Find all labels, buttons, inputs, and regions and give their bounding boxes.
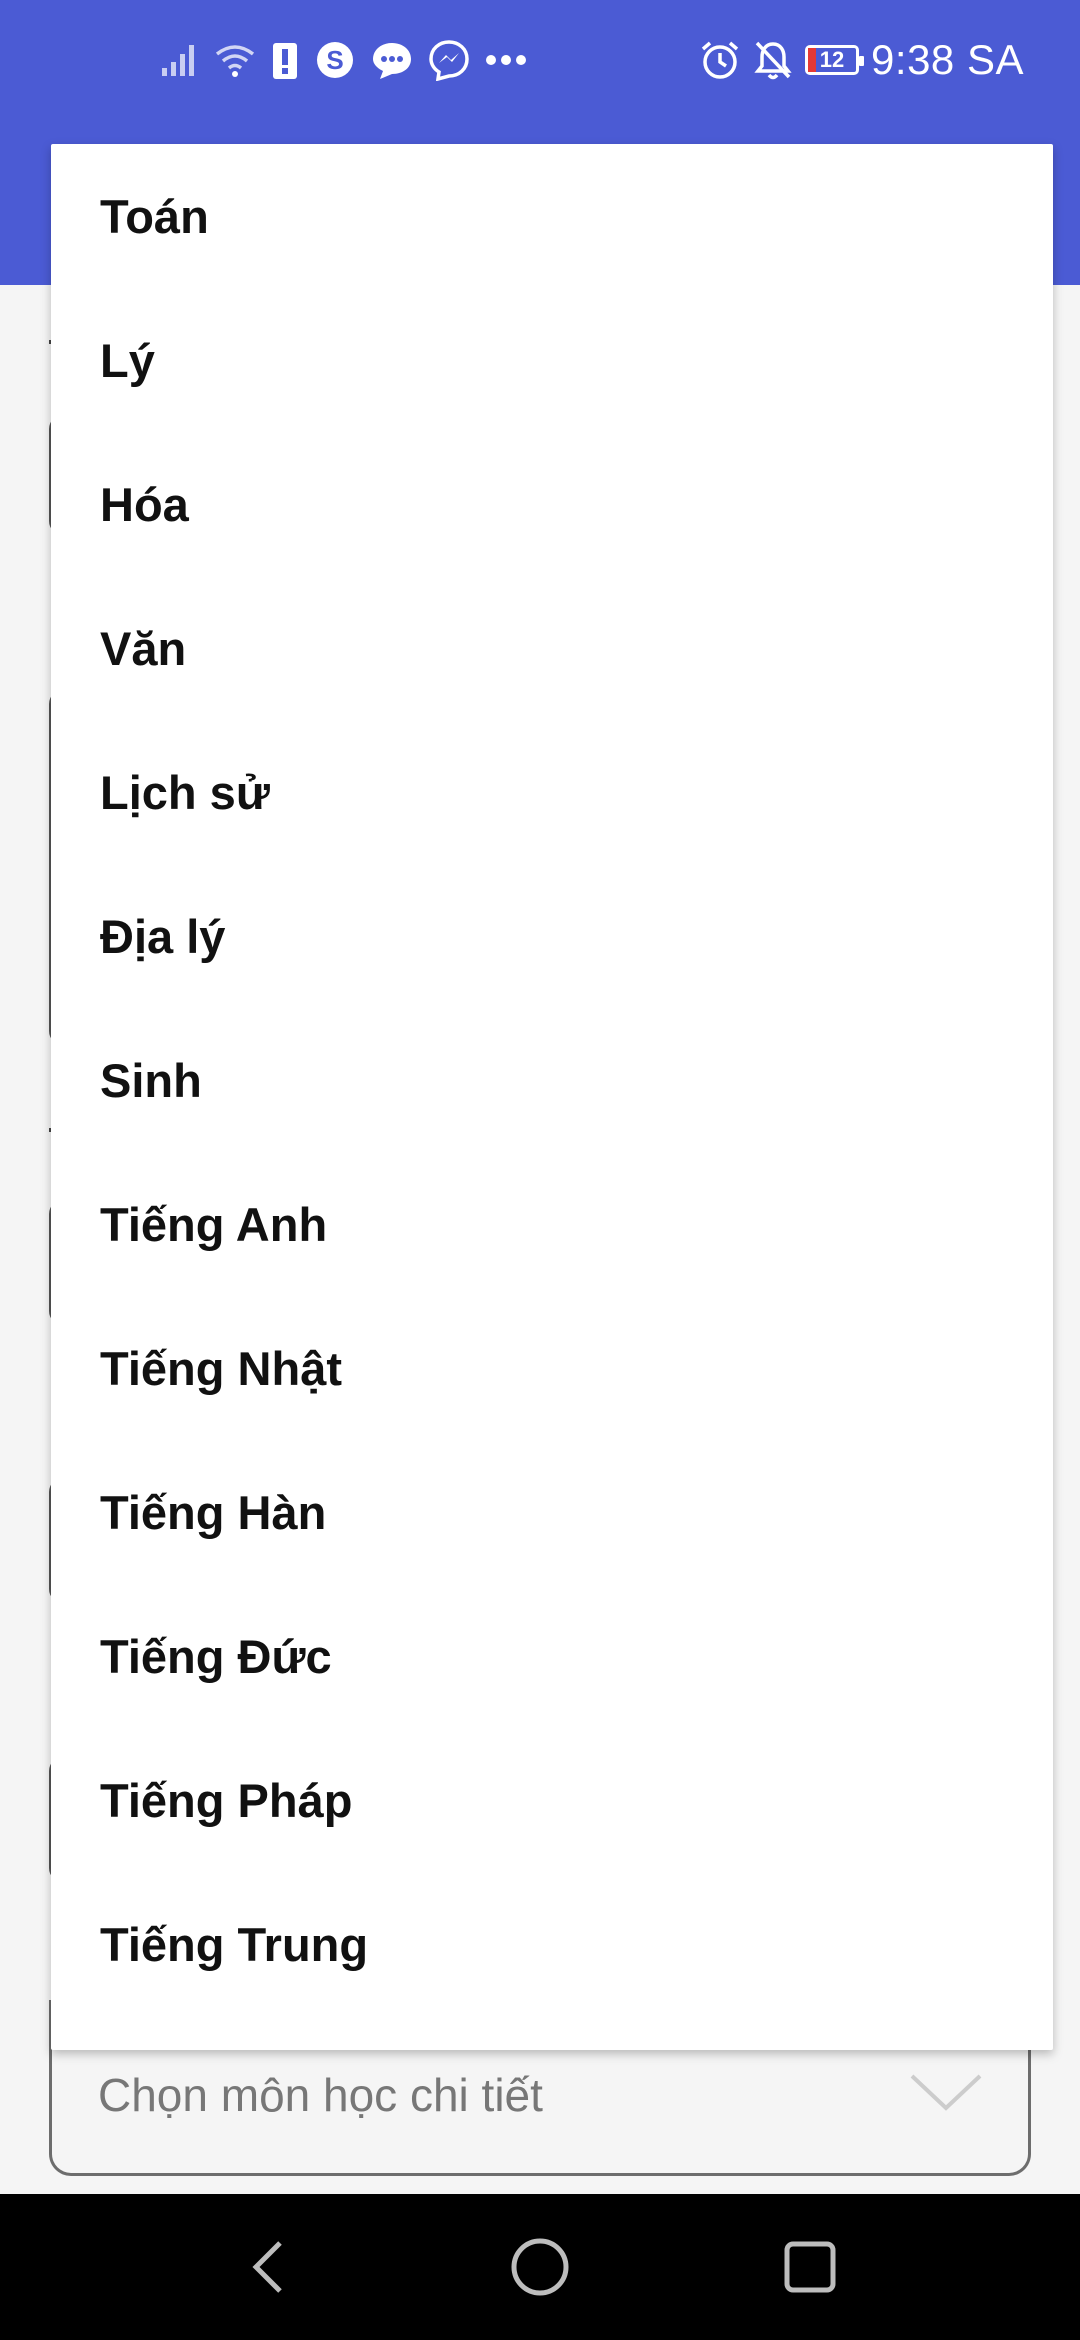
battery-icon: 12: [805, 45, 865, 75]
dropdown-item-lich-su[interactable]: Lịch sử: [51, 720, 1053, 864]
signal-icon: [160, 42, 200, 78]
dropdown-item-dia-ly[interactable]: Địa lý: [51, 864, 1053, 1008]
dropdown-item-tieng-trung[interactable]: Tiếng Trung: [51, 1872, 1053, 2016]
recents-icon[interactable]: [770, 2234, 850, 2300]
status-left-icons: S: [160, 34, 528, 86]
dropdown-item-van[interactable]: Văn: [51, 576, 1053, 720]
detail-subject-placeholder: Chọn môn học chi tiết: [98, 2069, 543, 2121]
messenger-icon: [428, 39, 470, 81]
back-icon[interactable]: [228, 2234, 308, 2300]
wifi-icon: [214, 42, 256, 78]
alarm-icon: [699, 39, 741, 81]
dropdown-item-tieng-anh[interactable]: Tiếng Anh: [51, 1152, 1053, 1296]
dropdown-item-toan[interactable]: Toán: [51, 144, 1053, 288]
dropdown-item-tieng-nhat[interactable]: Tiếng Nhật: [51, 1296, 1053, 1440]
more-dots-icon: [484, 50, 528, 70]
home-icon[interactable]: [500, 2234, 580, 2300]
chat-bubble-icon: [370, 39, 414, 81]
mute-bell-icon: [753, 39, 793, 81]
dropdown-item-tieng-han[interactable]: Tiếng Hàn: [51, 1440, 1053, 1584]
dropdown-item-hoa[interactable]: Hóa: [51, 432, 1053, 576]
svg-text:S: S: [326, 45, 343, 75]
dropdown-item-ly[interactable]: Lý: [51, 288, 1053, 432]
dropdown-item-tieng-duc[interactable]: Tiếng Đức: [51, 1584, 1053, 1728]
status-time: 9:38 SA: [871, 36, 1024, 83]
status-right-icons: 12 9:38 SA: [699, 34, 1024, 86]
navigation-bar: [0, 2194, 1080, 2340]
dropdown-item-tieng-phap[interactable]: Tiếng Pháp: [51, 1728, 1053, 1872]
skype-icon: S: [314, 39, 356, 81]
alert-icon: [270, 39, 300, 81]
chevron-down-icon[interactable]: [908, 2070, 984, 2114]
subject-dropdown-menu: Toán Lý Hóa Văn Lịch sử Địa lý Sinh Tiến…: [51, 144, 1053, 2050]
dropdown-item-sinh[interactable]: Sinh: [51, 1008, 1053, 1152]
status-bar: S 12 9:38 SA: [0, 0, 1080, 120]
